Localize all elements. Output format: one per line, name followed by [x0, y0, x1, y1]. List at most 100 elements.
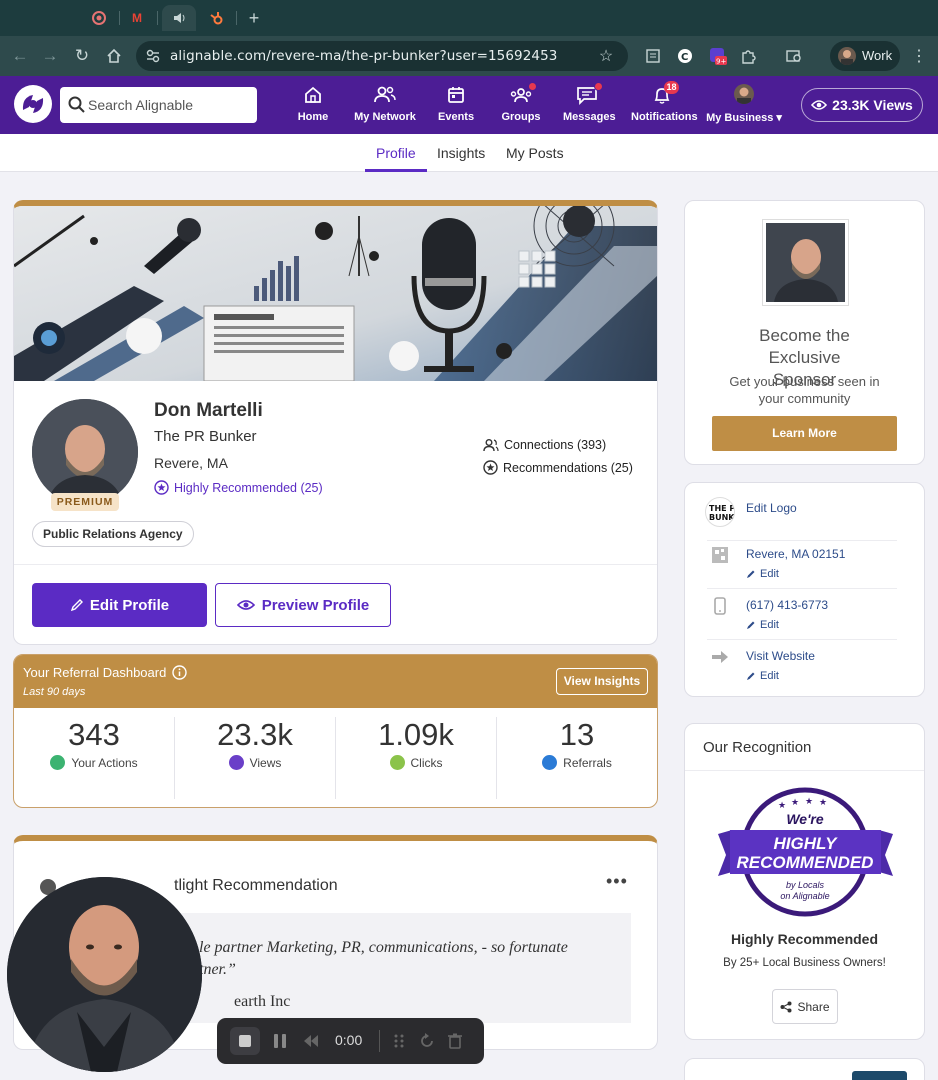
- quote-author: earth Inc: [234, 993, 291, 1010]
- stat-views[interactable]: 23.3k Views: [175, 717, 335, 799]
- trash-icon[interactable]: [447, 1033, 463, 1049]
- restart-icon[interactable]: [419, 1033, 435, 1049]
- pencil-icon: [747, 672, 755, 680]
- recommendations-link[interactable]: Recommendations (25): [483, 460, 633, 475]
- connections-icon: [483, 439, 499, 452]
- edit-website-link[interactable]: Edit: [746, 670, 779, 682]
- webcam-bubble[interactable]: [7, 877, 202, 1072]
- sponsor-card: Become the Exclusive Sponsor Get your bu…: [684, 200, 925, 465]
- referral-subtitle: Last 90 days: [23, 686, 86, 698]
- extension-badge-icon[interactable]: 9+: [708, 46, 728, 66]
- profile-avatar[interactable]: [32, 399, 138, 505]
- click-icon: [389, 755, 405, 770]
- highly-recommended-link[interactable]: Highly Recommended (25): [154, 480, 323, 495]
- edit-logo-link[interactable]: Edit Logo: [746, 501, 797, 515]
- svg-text:★: ★: [778, 800, 786, 810]
- visit-website-link[interactable]: Visit Website: [746, 649, 815, 663]
- record-tab-icon[interactable]: [90, 9, 108, 27]
- views-counter-button[interactable]: 23.3K Views: [801, 88, 923, 122]
- bookmark-star-icon[interactable]: ☆: [596, 46, 616, 66]
- stat-clicks[interactable]: 1.09k Clicks: [336, 717, 496, 799]
- view-insights-button[interactable]: View Insights: [556, 668, 648, 695]
- sponsor-photo: [762, 219, 849, 306]
- divider: [707, 588, 897, 589]
- edit-address-link[interactable]: Edit: [746, 568, 779, 580]
- tab-search-icon[interactable]: [784, 46, 804, 66]
- url-bar[interactable]: alignable.com/revere-ma/the-pr-bunker?us…: [136, 41, 628, 71]
- hubspot-tab-icon[interactable]: [208, 9, 226, 27]
- recognition-title: Our Recognition: [703, 739, 812, 756]
- pencil-icon: [747, 621, 755, 629]
- preview-profile-button[interactable]: Preview Profile: [215, 583, 391, 627]
- business-name: The PR Bunker: [154, 428, 257, 445]
- svg-text:RECOMMENDED: RECOMMENDED: [737, 853, 874, 872]
- profile-button[interactable]: Work: [830, 41, 900, 71]
- stop-recording-button[interactable]: [230, 1027, 260, 1055]
- sponsor-subtitle: Get your business seen in your community: [729, 374, 880, 406]
- home-browser-icon[interactable]: [104, 46, 124, 66]
- stat-your-actions[interactable]: 343 Your Actions: [14, 717, 174, 799]
- reader-mode-icon[interactable]: [643, 46, 663, 66]
- referral-dashboard: Your Referral Dashboard Last 90 days Vie…: [13, 654, 658, 808]
- new-tab-icon[interactable]: +: [245, 8, 263, 28]
- learn-more-button[interactable]: Learn More: [712, 416, 897, 451]
- menu-kebab-icon[interactable]: ⋮: [909, 46, 929, 66]
- more-options-icon[interactable]: •••: [606, 871, 628, 892]
- category-tag[interactable]: Public Relations Agency: [32, 521, 194, 547]
- nav-my-business[interactable]: My Business ▾: [706, 84, 782, 128]
- edit-phone-link[interactable]: Edit: [746, 619, 779, 631]
- connections-link[interactable]: Connections (393): [483, 438, 606, 452]
- edit-profile-button[interactable]: Edit Profile: [32, 583, 207, 627]
- pencil-icon: [747, 570, 755, 578]
- nav-home[interactable]: Home: [296, 84, 330, 128]
- svg-text:9+: 9+: [716, 58, 726, 66]
- referral-title: Your Referral Dashboard: [23, 665, 188, 680]
- svg-text:★: ★: [819, 797, 827, 807]
- svg-text:on Alignable: on Alignable: [780, 891, 829, 901]
- profile-location: Revere, MA: [154, 455, 228, 471]
- back-icon[interactable]: ←: [10, 46, 30, 66]
- phone-icon: [714, 597, 726, 615]
- site-header: Home My Network Events Groups Messages 1…: [0, 76, 938, 134]
- active-tab[interactable]: [162, 5, 196, 31]
- svg-text:We're: We're: [786, 811, 824, 827]
- highly-recommended-seal: ★ ★ ★ ★ We're HIGHLY RECOMMENDED by Locals …: [718, 787, 893, 917]
- stat-referrals[interactable]: 13 Referrals: [497, 717, 657, 799]
- info-icon[interactable]: [172, 665, 188, 680]
- actions-icon: [50, 755, 66, 770]
- extension-icon[interactable]: C: [675, 46, 695, 66]
- url-text[interactable]: alignable.com/revere-ma/the-pr-bunker?us…: [170, 48, 558, 64]
- tab-insights[interactable]: Insights: [437, 145, 485, 161]
- alignable-logo[interactable]: [14, 85, 52, 123]
- puzzle-extensions-icon[interactable]: [738, 46, 758, 66]
- tab-my-posts[interactable]: My Posts: [506, 145, 564, 161]
- address-link[interactable]: Revere, MA 02151: [746, 547, 845, 561]
- recognition-subtitle: By 25+ Local Business Owners!: [723, 957, 886, 969]
- search-input[interactable]: [88, 93, 248, 117]
- nav-messages[interactable]: Messages: [563, 82, 616, 128]
- search-box[interactable]: [60, 87, 257, 123]
- network-icon: [374, 86, 396, 103]
- nav-my-network[interactable]: My Network: [354, 84, 416, 128]
- forward-icon[interactable]: →: [40, 46, 60, 66]
- recording-time: 0:00: [335, 1032, 363, 1048]
- phone-link[interactable]: (617) 413-6773: [746, 598, 828, 612]
- svg-text:by Locals: by Locals: [786, 880, 825, 890]
- svg-text:BUNKER: BUNKER: [709, 513, 735, 522]
- reload-icon[interactable]: ↻: [72, 46, 92, 66]
- pause-icon[interactable]: [272, 1033, 288, 1049]
- calendar-icon: [448, 87, 464, 103]
- nav-events[interactable]: Events: [438, 84, 474, 128]
- tab-profile[interactable]: Profile: [376, 145, 416, 161]
- nav-notifications[interactable]: 18 Notifications: [631, 81, 698, 128]
- share-button[interactable]: Share: [772, 989, 838, 1024]
- profile-name: Don Martelli: [154, 400, 263, 421]
- svg-text:HIGHLY: HIGHLY: [774, 834, 839, 853]
- chevron-down-icon: ▾: [776, 112, 782, 124]
- rewind-icon[interactable]: [303, 1033, 319, 1049]
- drag-handle-icon[interactable]: [392, 1033, 408, 1049]
- gmail-tab-icon[interactable]: M: [128, 9, 146, 27]
- site-settings-icon[interactable]: [146, 49, 160, 63]
- referral-icon: [542, 755, 558, 770]
- nav-groups[interactable]: Groups: [501, 82, 541, 128]
